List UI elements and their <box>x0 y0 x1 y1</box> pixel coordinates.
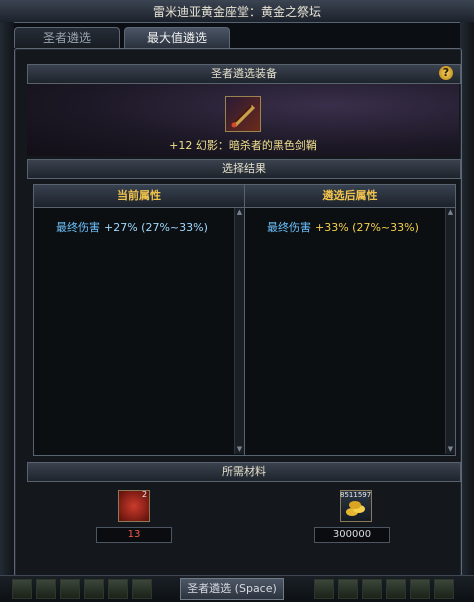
quickslot-icon[interactable] <box>434 579 454 599</box>
scroll-up-icon[interactable]: ▲ <box>446 208 455 217</box>
right-frame <box>460 22 474 580</box>
quickslot-icon[interactable] <box>338 579 358 599</box>
quickslot-icon[interactable] <box>410 579 430 599</box>
gold-coin-quantity: 300000 <box>314 527 390 543</box>
current-stat-row: 最终伤害 +27% (27%~33%) <box>56 219 208 235</box>
tab-saint-selection[interactable]: 圣者遴选 <box>14 27 120 48</box>
after-scrollbar[interactable]: ▲ ▼ <box>445 208 455 454</box>
current-scrollbar[interactable]: ▲ ▼ <box>234 208 244 454</box>
left-frame <box>0 22 14 580</box>
help-icon[interactable]: ? <box>439 66 453 80</box>
quickslot-icon[interactable] <box>84 579 104 599</box>
quickslot-icon[interactable] <box>60 579 80 599</box>
after-stat-value: +33% (27%~33%) <box>315 221 419 234</box>
after-stat-row: 最终伤害 +33% (27%~33%) <box>267 219 419 235</box>
current-attributes-panel: 当前属性 最终伤害 +27% (27%~33%) ▲ ▼ <box>33 184 245 456</box>
after-attributes-panel: 遴选后属性 最终伤害 +33% (27%~33%) ▲ ▼ <box>244 184 456 456</box>
current-stat-label: 最终伤害 <box>56 221 100 234</box>
current-stat-value: +27% (27%~33%) <box>104 221 208 234</box>
material-item-red-quantity: 13 <box>96 527 172 543</box>
scroll-down-icon[interactable]: ▼ <box>235 445 244 454</box>
quickslot-icon[interactable] <box>132 579 152 599</box>
quickslot-icon[interactable] <box>108 579 128 599</box>
material-item-red-badge: 2 <box>142 490 148 499</box>
tab-max-value-selection[interactable]: 最大值遴选 <box>124 27 230 48</box>
scroll-up-icon[interactable]: ▲ <box>235 208 244 217</box>
after-attributes-header: 遴选后属性 <box>245 185 455 208</box>
gold-coin-badge: 8511597 <box>340 491 372 499</box>
sheath-icon <box>231 105 255 128</box>
equip-section-header: 圣者遴选装备 <box>27 64 461 84</box>
window-title-bar: 雷米迪亚黄金座堂：黄金之祭坛 <box>0 0 474 23</box>
saint-selection-button[interactable]: 圣者遴选 (Space) <box>180 578 284 600</box>
materials-header: 所需材料 <box>27 462 461 482</box>
result-section-header: 选择结果 <box>27 159 461 179</box>
quickslot-icon[interactable] <box>36 579 56 599</box>
after-stat-label: 最终伤害 <box>267 221 311 234</box>
current-attributes-header: 当前属性 <box>34 185 244 208</box>
scroll-down-icon[interactable]: ▼ <box>446 445 455 454</box>
quickslot-icon[interactable] <box>12 579 32 599</box>
quickslot-icon[interactable] <box>314 579 334 599</box>
quickslot-icon[interactable] <box>362 579 382 599</box>
window-title: 雷米迪亚黄金座堂：黄金之祭坛 <box>152 5 321 19</box>
equip-item-icon[interactable] <box>225 96 261 132</box>
quickslot-icon[interactable] <box>386 579 406 599</box>
equip-item-name: +12 幻影：暗杀者的黑色剑鞘 <box>169 139 317 152</box>
